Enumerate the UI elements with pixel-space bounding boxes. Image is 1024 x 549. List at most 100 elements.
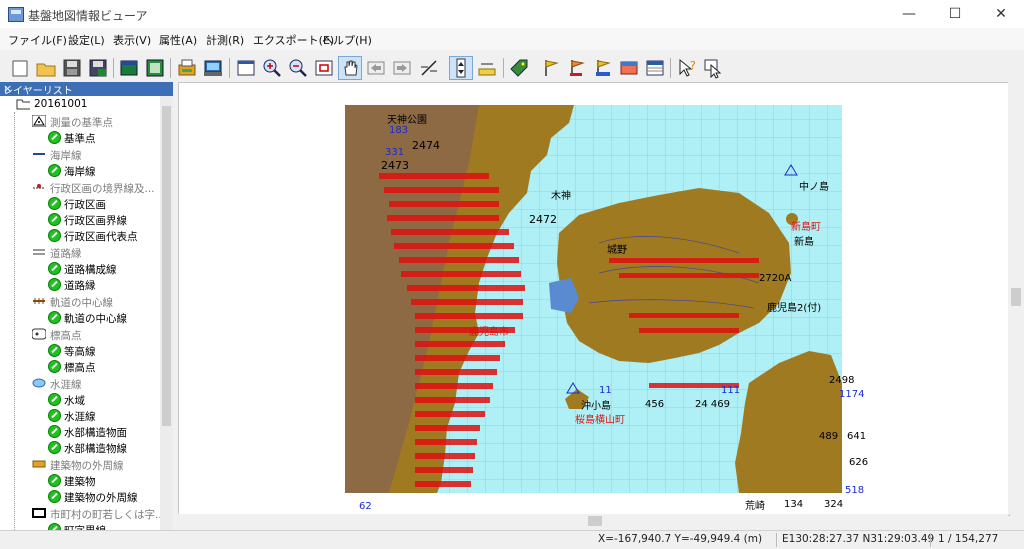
layer-item[interactable]: 建築物 [46, 473, 156, 489]
layer-item[interactable]: 等高線 [46, 343, 156, 359]
visible-check-icon[interactable] [48, 474, 61, 487]
layer-group-label: 水涯線 [50, 379, 82, 391]
visible-check-icon[interactable] [48, 278, 61, 291]
minimize-button[interactable]: — [886, 0, 932, 28]
layer-item-label: 水部構造物面 [64, 427, 127, 439]
menu-file[interactable]: ファイル(F) [8, 32, 67, 48]
layer-item-label: 行政区画 [64, 199, 106, 211]
layer-panel-scrollbar[interactable] [160, 96, 173, 532]
map-vertical-scrollbar[interactable] [1008, 82, 1024, 514]
flag-multi-icon[interactable] [592, 57, 614, 79]
layer-group[interactable]: 測量の基準点 [18, 114, 158, 130]
layer-group[interactable]: 建築物の外周線 [18, 457, 158, 473]
layer-group[interactable]: 行政区画の境界線及... [18, 180, 158, 196]
zoom-in-icon[interactable] [261, 57, 283, 79]
line-blue-icon [33, 153, 45, 155]
open-icon[interactable] [35, 57, 57, 79]
toolbar-separator [113, 58, 114, 78]
map-frame-icon[interactable] [118, 57, 140, 79]
layer-item-label: 等高線 [64, 346, 96, 358]
visible-check-icon[interactable] [48, 197, 61, 210]
map-label: 新島 [794, 237, 814, 248]
tree-root[interactable]: 20161001 [6, 97, 156, 113]
ruler-icon[interactable] [476, 57, 498, 79]
close-button[interactable]: ✕ [978, 0, 1024, 28]
visible-check-icon[interactable] [48, 344, 61, 357]
zoom-box-icon[interactable] [313, 57, 335, 79]
layer-item[interactable]: 道路縁 [46, 277, 156, 293]
visible-check-icon[interactable] [48, 393, 61, 406]
folder-open-icon [16, 99, 30, 110]
menu-measure[interactable]: 計測(R) [206, 32, 244, 48]
layer-item[interactable]: 水部構造物線 [46, 440, 156, 456]
pan-hand-icon[interactable] [338, 56, 362, 80]
visible-check-icon[interactable] [48, 360, 61, 373]
visible-check-icon[interactable] [48, 164, 61, 177]
layer-item[interactable]: 水部構造物面 [46, 424, 156, 440]
menu-help[interactable]: ヘルプ(H) [322, 32, 372, 48]
layer-panel-close-button[interactable]: × [3, 82, 168, 95]
visible-check-icon[interactable] [48, 311, 61, 324]
flag-orange-icon[interactable] [566, 57, 588, 79]
flag-yellow-icon[interactable] [540, 57, 562, 79]
map-view[interactable]: 天神公園 183 2474 331 2473 中ノ島 木神 2472 新島町 新… [178, 82, 1010, 516]
visible-check-icon[interactable] [48, 490, 61, 503]
layer-item[interactable]: 標高点 [46, 359, 156, 375]
layer-item[interactable]: 水涯線 [46, 408, 156, 424]
layer-item[interactable]: 行政区画代表点 [46, 228, 156, 244]
visible-check-icon[interactable] [48, 409, 61, 422]
map-label: 641 [847, 431, 867, 442]
map-canvas[interactable] [179, 83, 1009, 515]
layer-item[interactable]: 海岸線 [46, 163, 156, 179]
menu-settings[interactable]: 設定(L) [68, 32, 105, 48]
map-label: 134 [784, 499, 804, 510]
layer-item[interactable]: 水域 [46, 392, 156, 408]
layer-item[interactable]: 道路構成線 [46, 261, 156, 277]
forward-icon[interactable] [391, 57, 413, 79]
visible-check-icon[interactable] [48, 131, 61, 144]
visible-check-icon[interactable] [48, 441, 61, 454]
scrollbar-thumb[interactable] [588, 516, 602, 526]
visible-check-icon[interactable] [48, 262, 61, 275]
layer-group[interactable]: 軌道の中心線 [18, 294, 158, 310]
back-icon[interactable] [365, 57, 387, 79]
rail-icon [33, 298, 45, 304]
layer-item[interactable]: 行政区画界線 [46, 212, 156, 228]
new-icon[interactable] [9, 57, 31, 79]
scale-bar-icon[interactable] [449, 56, 473, 80]
layer-group[interactable]: 水涯線 [18, 376, 158, 392]
layer-group[interactable]: 道路縁 [18, 245, 158, 261]
help-cursor-icon[interactable]: ? [676, 57, 698, 79]
print-setup-icon[interactable] [176, 57, 198, 79]
layer-group[interactable]: 海岸線 [18, 147, 158, 163]
print-icon[interactable] [202, 57, 224, 79]
layer-item[interactable]: 基準点 [46, 130, 156, 146]
visible-check-icon[interactable] [48, 425, 61, 438]
map-horizontal-scrollbar[interactable] [178, 514, 1008, 528]
layer-frame-icon[interactable] [144, 57, 166, 79]
attribute-table-icon[interactable] [644, 57, 666, 79]
maximize-button[interactable]: ☐ [932, 0, 978, 28]
save-icon[interactable] [61, 57, 83, 79]
menu-attribute[interactable]: 属性(A) [159, 32, 197, 48]
save-as-icon[interactable] [87, 57, 109, 79]
full-extent-icon[interactable] [235, 57, 257, 79]
layer-item[interactable]: 軌道の中心線 [46, 310, 156, 326]
layer-group[interactable]: 市町村の町若しくは字... [18, 506, 160, 522]
select-cursor-icon[interactable] [702, 57, 724, 79]
scrollbar-thumb[interactable] [1011, 288, 1021, 306]
map-label: 111 [721, 385, 741, 396]
legend-icon[interactable] [618, 57, 640, 79]
svg-text:?: ? [690, 59, 696, 72]
menu-view[interactable]: 表示(V) [113, 32, 151, 48]
scrollbar-thumb[interactable] [162, 106, 171, 426]
measure-icon[interactable] [418, 57, 440, 79]
layer-item[interactable]: 建築物の外周線 [46, 489, 156, 505]
layer-item-label: 行政区画代表点 [64, 231, 138, 243]
visible-check-icon[interactable] [48, 229, 61, 242]
tag-icon[interactable] [508, 57, 530, 79]
layer-item[interactable]: 行政区画 [46, 196, 156, 212]
visible-check-icon[interactable] [48, 213, 61, 226]
zoom-out-icon[interactable] [287, 57, 309, 79]
layer-group[interactable]: 標高点 [18, 327, 158, 343]
